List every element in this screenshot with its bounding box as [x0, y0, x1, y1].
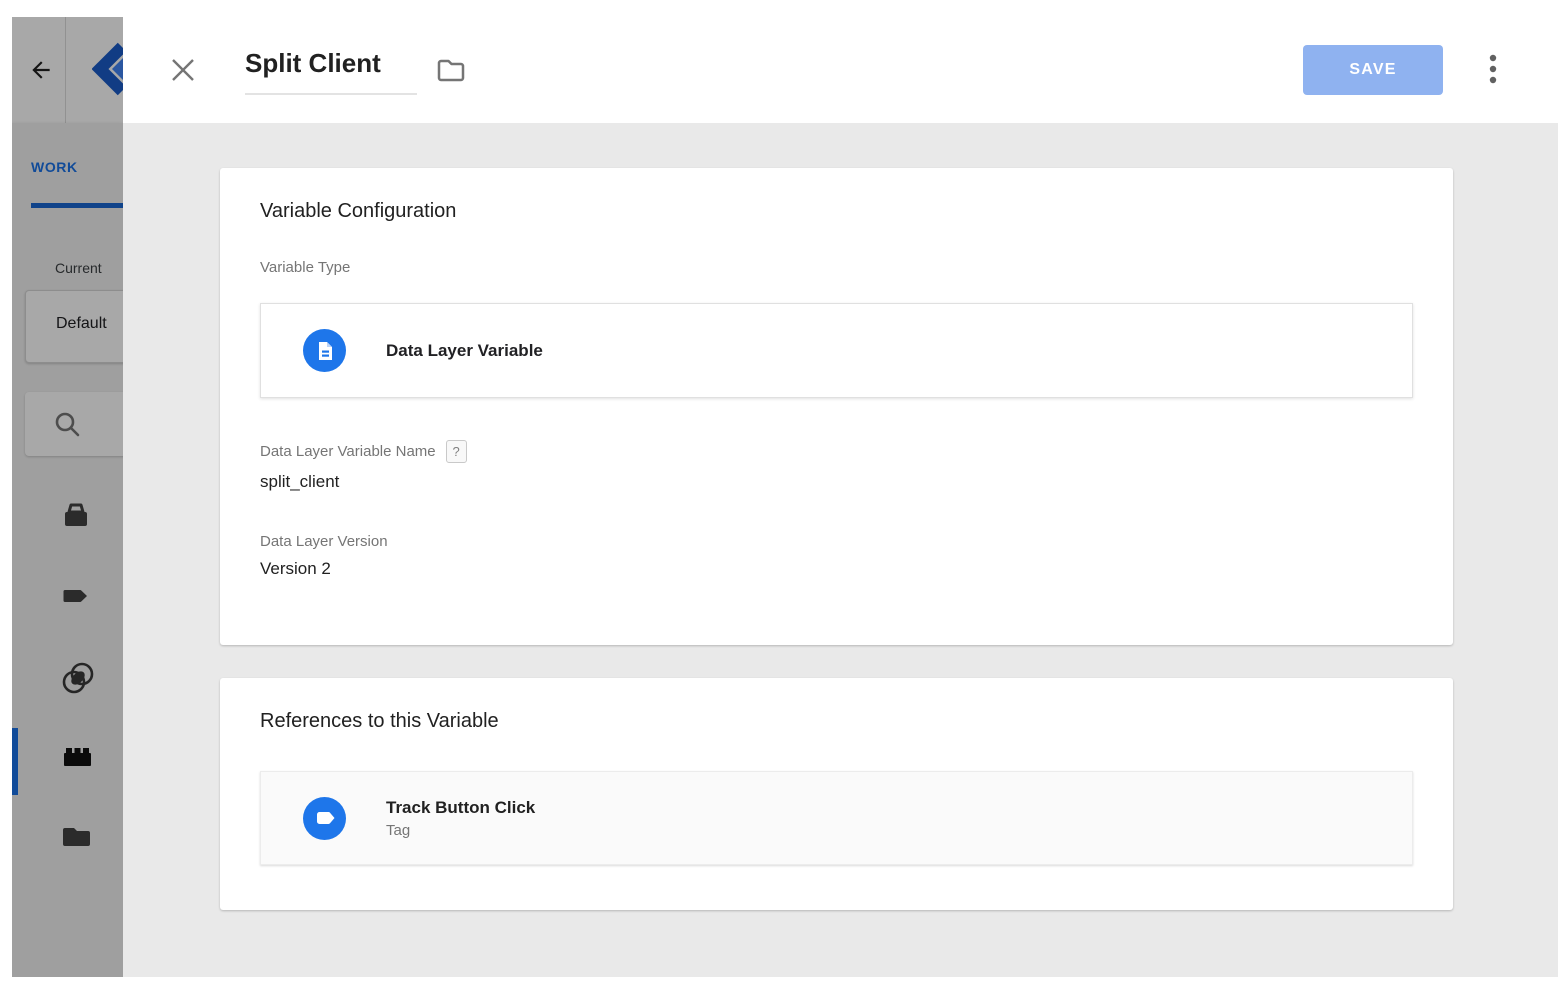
reference-item[interactable]: Track Button Click Tag	[260, 771, 1413, 865]
variable-title: Split Client	[245, 48, 381, 78]
references-heading: References to this Variable	[260, 678, 1413, 733]
dl-variable-name-label: Data Layer Variable Name	[260, 443, 436, 460]
dl-variable-name-value[interactable]: split_client	[260, 472, 1413, 492]
variable-configuration-card: Variable Configuration Variable Type Dat…	[220, 168, 1453, 645]
references-card: References to this Variable Track Button…	[220, 678, 1453, 910]
dl-version-value[interactable]: Version 2	[260, 559, 1413, 579]
variable-type-value: Data Layer Variable	[386, 341, 543, 361]
modal-scrim[interactable]	[12, 17, 123, 977]
dl-version-label: Data Layer Version	[260, 533, 1413, 550]
close-icon[interactable]	[169, 56, 199, 86]
data-layer-variable-icon	[303, 329, 346, 372]
editor-header: Split Client SAVE	[123, 0, 1566, 123]
tag-icon	[303, 797, 346, 840]
variable-editor-panel: Split Client SAVE Variable Configuration…	[123, 0, 1566, 977]
reference-name: Track Button Click	[386, 798, 535, 818]
variable-type-label: Variable Type	[260, 259, 1413, 276]
config-card-heading: Variable Configuration	[260, 168, 1413, 223]
more-options-icon[interactable]	[1479, 51, 1507, 87]
variable-title-field[interactable]: Split Client	[245, 48, 417, 95]
save-button[interactable]: SAVE	[1303, 45, 1443, 95]
folder-icon[interactable]	[435, 56, 467, 84]
reference-type: Tag	[386, 822, 535, 839]
background-app: WORK Current Default	[12, 17, 123, 977]
editor-body: Variable Configuration Variable Type Dat…	[123, 123, 1558, 977]
variable-type-selector[interactable]: Data Layer Variable	[260, 303, 1413, 398]
help-icon[interactable]: ?	[446, 440, 467, 463]
